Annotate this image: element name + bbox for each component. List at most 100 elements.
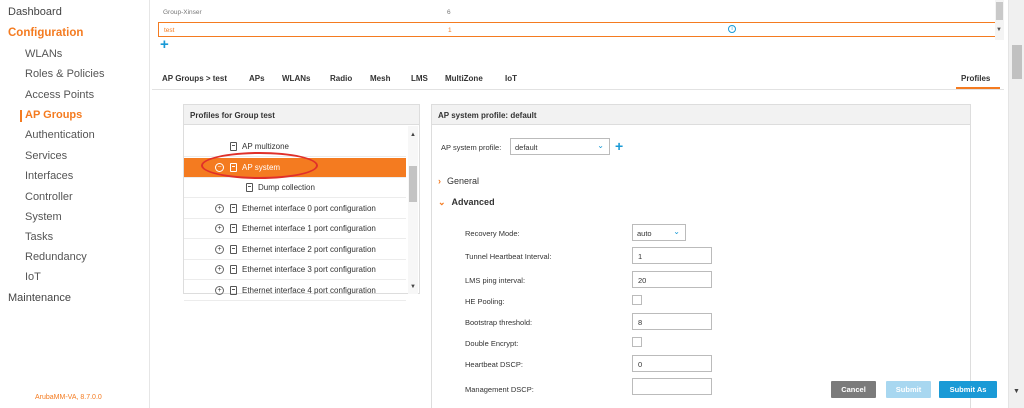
ap-system-profile-label: AP system profile: xyxy=(441,143,502,152)
tree-item[interactable]: + Ethernet interface 1 port configuration xyxy=(184,219,406,239)
tunnel-heartbeat-input[interactable]: 1 xyxy=(632,247,712,264)
detail-panel-title: AP system profile: default xyxy=(432,105,970,125)
group-name: Group-Xinser xyxy=(163,9,202,16)
info-icon[interactable]: i xyxy=(728,25,736,33)
tab-profiles[interactable]: Profiles xyxy=(961,74,990,87)
he-pooling-checkbox[interactable] xyxy=(632,295,642,305)
scroll-down-icon[interactable]: ▼ xyxy=(1013,388,1020,395)
profiles-panel: Profiles for Group test AP multizone − AP … xyxy=(183,104,420,301)
expand-icon[interactable]: + xyxy=(215,203,224,213)
add-profile-icon[interactable]: + xyxy=(615,139,623,153)
heartbeat-dscp-input[interactable]: 0 xyxy=(632,355,712,372)
tree-item-label: Dump collection xyxy=(258,183,315,192)
group-ap-count: 1 xyxy=(448,27,452,34)
double-encrypt-label: Double Encrypt: xyxy=(465,339,519,348)
add-group-icon[interactable]: + xyxy=(160,37,169,52)
tree-item[interactable]: + Ethernet interface 3 port configuration xyxy=(184,260,406,280)
app-root: Dashboard Configuration WLANs Roles & Po… xyxy=(0,0,1024,408)
he-pooling-label: HE Pooling: xyxy=(465,297,505,306)
chevron-down-icon: ⌄ xyxy=(438,197,446,207)
management-dscp-label: Management DSCP: xyxy=(465,385,534,394)
tab-radio[interactable]: Radio xyxy=(330,74,352,83)
active-tab-indicator xyxy=(956,87,1000,89)
tabs-bar: AP Groups > test APs WLANs Radio Mesh LM… xyxy=(152,66,1004,90)
tree-item[interactable]: + Ethernet interface 2 port configuration xyxy=(184,240,406,260)
scroll-down-icon[interactable]: ▼ xyxy=(410,284,416,290)
sidebar: Dashboard Configuration WLANs Roles & Po… xyxy=(0,0,150,408)
sidebar-item-roles-policies[interactable]: Roles & Policies xyxy=(25,68,104,80)
profile-detail-panel: AP system profile: default AP system pro… xyxy=(431,104,971,408)
sidebar-item-configuration[interactable]: Configuration xyxy=(8,27,83,39)
chevron-down-icon: ⌄ xyxy=(673,227,680,236)
select-value: auto xyxy=(637,229,652,238)
tab-aps[interactable]: APs xyxy=(249,74,265,83)
advanced-label: Advanced xyxy=(451,197,495,207)
table-row-selected[interactable]: test 1 i xyxy=(158,22,1000,37)
page-scrollbar[interactable]: ▼ xyxy=(1008,0,1024,408)
sidebar-item-redundancy[interactable]: Redundancy xyxy=(25,251,87,263)
tree-item-label: Ethernet interface 1 port configuration xyxy=(242,224,376,233)
tree-item-label: Ethernet interface 3 port configuration xyxy=(242,265,376,274)
scroll-up-icon[interactable]: ▲ xyxy=(410,132,416,138)
sidebar-item-system[interactable]: System xyxy=(25,211,62,223)
tree-item-label: AP multizone xyxy=(242,142,289,151)
document-icon xyxy=(230,142,237,151)
tree-item-label: Ethernet interface 4 port configuration xyxy=(242,285,376,295)
tree-item[interactable]: + Ethernet interface 0 port configuration xyxy=(184,199,406,219)
tab-multizone[interactable]: MultiZone xyxy=(445,74,483,83)
general-label: General xyxy=(447,176,480,186)
tab-lms[interactable]: LMS xyxy=(411,74,428,83)
bootstrap-threshold-label: Bootstrap threshold: xyxy=(465,318,533,327)
sidebar-item-controller[interactable]: Controller xyxy=(25,191,73,203)
sidebar-item-iot[interactable]: IoT xyxy=(25,271,41,283)
recovery-mode-select[interactable]: auto ⌄ xyxy=(632,224,686,241)
document-icon xyxy=(230,203,237,213)
submit-as-button[interactable]: Submit As xyxy=(939,381,997,398)
tree-item[interactable]: + Ethernet interface 4 port configuration xyxy=(184,281,406,301)
cancel-button[interactable]: Cancel xyxy=(831,381,876,398)
tab-iot[interactable]: IoT xyxy=(505,74,517,83)
document-icon xyxy=(230,285,237,295)
group-name: test xyxy=(164,27,175,34)
management-dscp-input[interactable] xyxy=(632,378,712,395)
expand-icon[interactable]: + xyxy=(215,265,224,274)
general-section-toggle[interactable]: › General xyxy=(438,176,479,186)
sidebar-item-access-points[interactable]: Access Points xyxy=(25,89,94,101)
scrollbar-thumb[interactable] xyxy=(996,2,1003,20)
recovery-mode-label: Recovery Mode: xyxy=(465,229,520,238)
scroll-down-icon[interactable]: ▼ xyxy=(996,27,1002,33)
tab-wlans[interactable]: WLANs xyxy=(282,74,310,83)
ap-group-table: Group-Xinser 6 test 1 i xyxy=(158,0,1000,38)
sidebar-item-tasks[interactable]: Tasks xyxy=(25,231,53,243)
select-value: default xyxy=(515,143,538,152)
tree-item-label: Ethernet interface 0 port configuration xyxy=(242,203,376,213)
sidebar-item-dashboard[interactable]: Dashboard xyxy=(8,6,62,18)
sidebar-item-ap-groups[interactable]: AP Groups xyxy=(19,109,82,122)
expand-icon[interactable]: + xyxy=(215,285,224,295)
double-encrypt-checkbox[interactable] xyxy=(632,337,642,347)
submit-button[interactable]: Submit xyxy=(886,381,931,398)
table-row[interactable]: Group-Xinser 6 xyxy=(158,5,1000,20)
sidebar-item-interfaces[interactable]: Interfaces xyxy=(25,170,73,182)
heartbeat-dscp-label: Heartbeat DSCP: xyxy=(465,360,523,369)
advanced-section-toggle[interactable]: ⌄ Advanced xyxy=(438,197,495,208)
expand-icon[interactable]: + xyxy=(215,224,224,233)
profiles-panel-title: Profiles for Group test xyxy=(184,105,419,125)
breadcrumb: AP Groups > test xyxy=(162,74,227,83)
document-icon xyxy=(230,265,237,274)
scrollbar-thumb[interactable] xyxy=(1012,45,1022,79)
version-label: ArubaMM-VA, 8.7.0.0 xyxy=(35,394,102,401)
scrollbar-thumb[interactable] xyxy=(409,166,417,202)
ap-system-profile-select[interactable]: default ⌄ xyxy=(510,138,610,155)
lms-ping-input[interactable]: 20 xyxy=(632,271,712,288)
table-scrollbar[interactable]: ▼ xyxy=(995,0,1004,40)
sidebar-item-maintenance[interactable]: Maintenance xyxy=(8,292,71,304)
tree-item[interactable]: Dump collection xyxy=(184,178,406,198)
tab-mesh[interactable]: Mesh xyxy=(370,74,390,83)
expand-icon[interactable]: + xyxy=(215,244,224,254)
profiles-scrollbar[interactable]: ▲ ▼ xyxy=(408,126,418,294)
sidebar-item-services[interactable]: Services xyxy=(25,150,67,162)
bootstrap-threshold-input[interactable]: 8 xyxy=(632,313,712,330)
sidebar-item-wlans[interactable]: WLANs xyxy=(25,48,62,60)
sidebar-item-authentication[interactable]: Authentication xyxy=(25,129,95,141)
